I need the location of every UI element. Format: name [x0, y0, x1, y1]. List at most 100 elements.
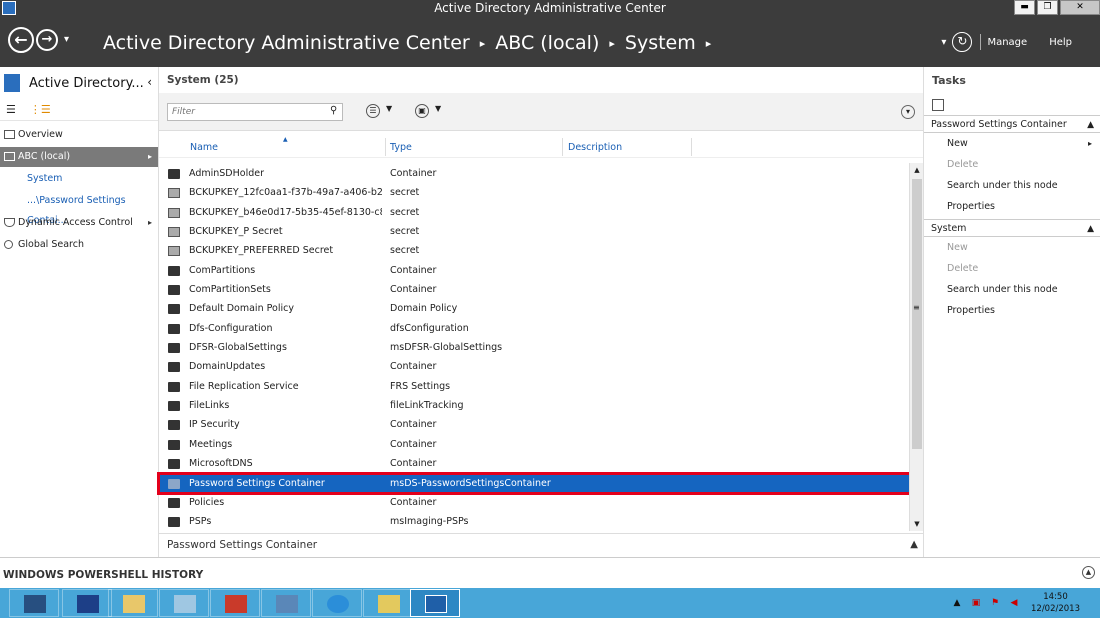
- column-type[interactable]: Type: [390, 142, 412, 153]
- clock[interactable]: 14:50 12/02/2013: [1031, 591, 1080, 615]
- task-new[interactable]: New ▸: [924, 133, 1100, 154]
- nav-item-password-settings[interactable]: ...\Password Settings Contai...: [0, 191, 158, 226]
- row-type: dfsConfiguration: [390, 322, 469, 334]
- expand-toolbar-icon[interactable]: ▾: [901, 105, 915, 119]
- table-row[interactable]: Policies Container: [159, 493, 910, 512]
- collapse-pane-icon[interactable]: ‹: [147, 75, 152, 89]
- table-row[interactable]: MicrosoftDNS Container: [159, 454, 910, 473]
- expand-history-icon[interactable]: ▲: [1082, 566, 1095, 579]
- task-properties[interactable]: Properties: [924, 196, 1100, 217]
- task-search-under-node[interactable]: Search under this node: [924, 175, 1100, 196]
- taskbar-adac[interactable]: [410, 589, 460, 617]
- column-divider[interactable]: [691, 138, 692, 156]
- column-name[interactable]: Name: [190, 142, 218, 153]
- table-row[interactable]: Dfs-Configuration dfsConfiguration: [159, 319, 910, 338]
- table-row[interactable]: BCKUPKEY_PREFERRED Secret secret: [159, 241, 910, 260]
- table-row[interactable]: ComPartitions Container: [159, 261, 910, 280]
- breadcrumb-separator-icon[interactable]: ▸: [706, 37, 712, 50]
- taskbar-powershell[interactable]: [62, 589, 112, 617]
- view-options-icon[interactable]: ☰: [366, 104, 380, 118]
- table-row[interactable]: Meetings Container: [159, 435, 910, 454]
- expand-details-icon[interactable]: ▲: [910, 534, 918, 556]
- view-options-dropdown-icon[interactable]: ▼: [386, 104, 392, 113]
- powershell-history-bar[interactable]: WINDOWS POWERSHELL HISTORY ▲: [0, 557, 1100, 588]
- task-section-system[interactable]: System ▲: [924, 219, 1100, 237]
- column-description[interactable]: Description: [568, 142, 622, 153]
- table-row[interactable]: DomainUpdates Container: [159, 357, 910, 376]
- row-name: MicrosoftDNS: [189, 458, 253, 470]
- table-row[interactable]: File Replication Service FRS Settings: [159, 377, 910, 396]
- minimize-button[interactable]: ▬: [1014, 0, 1035, 15]
- task-label: Delete: [947, 263, 979, 274]
- manage-menu[interactable]: Manage: [987, 37, 1027, 48]
- taskbar-folder[interactable]: [363, 589, 413, 617]
- scroll-up-icon[interactable]: ▲: [910, 163, 924, 177]
- list-scrollbar[interactable]: ▲ ≡ ▼: [909, 163, 923, 531]
- action-center-icon[interactable]: ⚑: [989, 597, 1001, 609]
- taskbar-server-manager[interactable]: [9, 589, 59, 617]
- table-row[interactable]: PSPs msImaging-PSPs: [159, 512, 910, 531]
- table-row[interactable]: Default Domain Policy Domain Policy: [159, 299, 910, 318]
- table-row[interactable]: FileLinks fileLinkTracking: [159, 396, 910, 415]
- nav-item-system[interactable]: System: [0, 169, 158, 189]
- forward-button[interactable]: →: [36, 29, 58, 51]
- maximize-button[interactable]: ❐: [1037, 0, 1058, 15]
- breadcrumb-separator-icon[interactable]: ▸: [480, 37, 486, 50]
- table-row[interactable]: BCKUPKEY_P Secret secret: [159, 222, 910, 241]
- nav-item-overview[interactable]: Overview: [0, 125, 158, 145]
- help-menu[interactable]: Help: [1049, 37, 1072, 48]
- nav-item-domain[interactable]: ABC (local) ▸: [0, 147, 158, 167]
- table-row[interactable]: Password Settings Container msDS-Password…: [157, 471, 912, 495]
- taskbar-file-explorer[interactable]: [108, 589, 158, 617]
- filter-input[interactable]: [167, 103, 343, 121]
- clipboard-icon[interactable]: [932, 99, 944, 111]
- breadcrumb-separator-icon[interactable]: ▸: [609, 37, 615, 50]
- breadcrumb-item-domain[interactable]: ABC (local): [495, 32, 599, 54]
- row-name: Password Settings Container: [189, 477, 325, 489]
- column-divider[interactable]: [385, 138, 386, 156]
- task-properties[interactable]: Properties: [924, 300, 1100, 321]
- close-button[interactable]: ✕: [1060, 0, 1100, 15]
- table-row[interactable]: AdminSDHolder Container: [159, 164, 910, 183]
- taskbar-control-panel[interactable]: [261, 589, 311, 617]
- collapse-section-icon[interactable]: ▲: [1087, 220, 1094, 238]
- refresh-icon[interactable]: ↻: [952, 32, 973, 52]
- table-row[interactable]: IP Security Container: [159, 415, 910, 434]
- tray-arrow-icon[interactable]: ▲: [951, 597, 963, 609]
- row-type: secret: [390, 226, 420, 238]
- details-pane-header[interactable]: Password Settings Container ▲: [159, 533, 924, 557]
- scroll-down-icon[interactable]: ▼: [910, 517, 924, 531]
- collapse-section-icon[interactable]: ▲: [1087, 116, 1094, 134]
- expand-arrow-icon[interactable]: ▸: [148, 213, 152, 233]
- breadcrumb-item-adac[interactable]: Active Directory Administrative Center: [103, 32, 470, 54]
- table-row[interactable]: DFSR-GlobalSettings msDFSR-GlobalSettings: [159, 338, 910, 357]
- column-divider[interactable]: [562, 138, 563, 156]
- breadcrumb-item-system[interactable]: System: [625, 32, 696, 54]
- table-row[interactable]: BCKUPKEY_12fc0aa1-f37b-49a7-a406-b283...…: [159, 183, 910, 202]
- taskbar-internet-explorer[interactable]: [312, 589, 362, 617]
- expand-arrow-icon[interactable]: ▸: [148, 147, 152, 167]
- save-query-icon[interactable]: ▣: [415, 104, 429, 118]
- table-row[interactable]: ComPartitionSets Container: [159, 280, 910, 299]
- nav-item-label: Overview: [18, 129, 63, 140]
- row-type: Domain Policy: [390, 303, 458, 315]
- nav-item-dynamic-access-control[interactable]: Dynamic Access Control ▸: [0, 213, 158, 233]
- save-query-dropdown-icon[interactable]: ▼: [435, 104, 441, 113]
- task-search-under-node[interactable]: Search under this node: [924, 279, 1100, 300]
- back-button[interactable]: ←: [8, 27, 34, 53]
- network-icon[interactable]: ▣: [970, 597, 982, 609]
- taskbar-notepad[interactable]: [159, 589, 209, 617]
- taskbar-toolbox[interactable]: [210, 589, 260, 617]
- tree-view-icon[interactable]: ⋮☰: [30, 103, 51, 116]
- history-dropdown-icon[interactable]: ▾: [64, 34, 69, 45]
- volume-icon[interactable]: ◀: [1008, 597, 1020, 609]
- folder-icon: [168, 362, 180, 373]
- search-icon[interactable]: ⚲: [330, 105, 337, 116]
- list-view-icon[interactable]: ☰: [6, 103, 16, 116]
- scrollbar-thumb[interactable]: [912, 179, 922, 449]
- refresh-dropdown-icon[interactable]: ▾: [941, 37, 946, 48]
- nav-item-label: System: [27, 173, 63, 184]
- nav-item-global-search[interactable]: Global Search: [0, 235, 158, 255]
- task-section-password-settings[interactable]: Password Settings Container ▲: [924, 115, 1100, 133]
- table-row[interactable]: BCKUPKEY_b46e0d17-5b35-45ef-8130-c8b... s…: [159, 203, 910, 222]
